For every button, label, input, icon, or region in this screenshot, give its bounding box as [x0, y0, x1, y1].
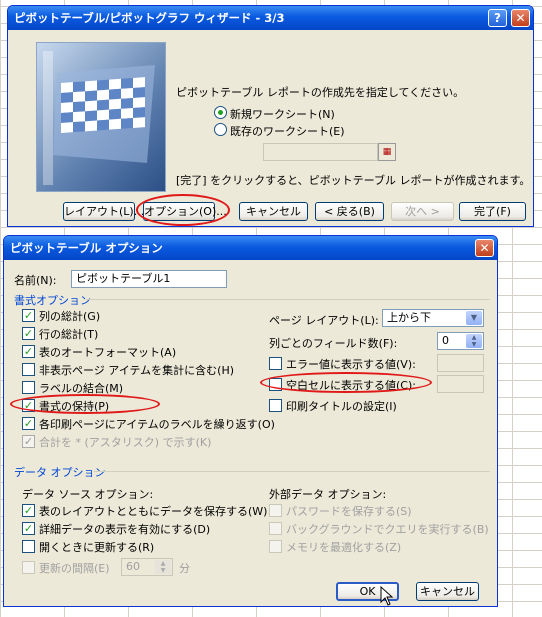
preserve-format-highlight — [10, 394, 160, 414]
options-cancel-button[interactable]: キャンセル — [416, 582, 479, 601]
external-option-checkbox[interactable] — [269, 540, 282, 553]
close-icon[interactable]: ✕ — [511, 9, 530, 27]
format-option-checkbox[interactable] — [22, 363, 35, 376]
fields-per-col-spinner[interactable]: 0 ▲ ▼ — [437, 332, 484, 350]
data-section-rule — [94, 471, 490, 472]
spinner-arrows-icon[interactable]: ▲ ▼ — [155, 560, 171, 574]
wizard-cancel-button[interactable]: キャンセル — [239, 202, 308, 221]
spinner-arrows-icon[interactable]: ▲ ▼ — [466, 334, 482, 348]
data-source-header: データ ソース オプション: — [22, 488, 154, 501]
radio-existing-sheet[interactable] — [214, 123, 227, 136]
range-picker-icon[interactable]: ▦ — [378, 143, 396, 161]
format-option-label[interactable]: 合計を * (アスタリスク) で示す(K) — [39, 434, 211, 450]
error-value-checkbox[interactable] — [269, 357, 282, 370]
next-button[interactable]: 次へ > — [391, 202, 454, 221]
radio-existing-sheet-label[interactable]: 既存のワークシート(E) — [230, 123, 345, 139]
format-option-label[interactable]: 行の総計(T) — [39, 326, 98, 342]
external-option-checkbox[interactable] — [269, 504, 282, 517]
refresh-interval-unit: 分 — [179, 562, 190, 575]
options-button-highlight — [136, 194, 230, 226]
print-titles-label[interactable]: 印刷タイトルの設定(I) — [286, 398, 397, 414]
fields-per-col-value: 0 — [442, 334, 449, 347]
wizard-illustration — [36, 42, 166, 192]
data-source-option-label[interactable]: 開くときに更新する(R) — [39, 539, 154, 555]
format-option-checkbox[interactable] — [22, 381, 35, 394]
help-icon[interactable]: ? — [488, 9, 507, 27]
options-titlebar[interactable]: ピボットテーブル オプション ✕ — [4, 236, 497, 260]
format-option-label[interactable]: 表のオートフォーマット(A) — [39, 344, 176, 360]
existing-sheet-range-input[interactable] — [263, 143, 378, 161]
wizard-finish-note: [完了] をクリックすると、ピボットテーブル レポートが作成されます。 — [176, 174, 531, 187]
chevron-down-icon[interactable]: ▼ — [466, 311, 482, 325]
page-layout-select[interactable]: 上から下 ▼ — [382, 309, 484, 327]
back-button[interactable]: < 戻る(B) — [315, 202, 384, 221]
print-titles-checkbox[interactable] — [269, 399, 282, 412]
format-option-label[interactable]: 各印刷ページにアイテムのラベルを繰り返す(O) — [39, 416, 275, 432]
refresh-interval-checkbox[interactable] — [22, 561, 35, 574]
format-option-checkbox[interactable]: ✓ — [22, 309, 35, 322]
data-source-option-label[interactable]: 表のレイアウトとともにデータを保存する(W) — [39, 503, 267, 519]
name-label: 名前(N): — [14, 274, 57, 287]
format-option-checkbox[interactable]: ✓ — [22, 435, 35, 448]
format-option-checkbox[interactable]: ✓ — [22, 327, 35, 340]
close-icon[interactable]: ✕ — [475, 239, 494, 257]
name-input[interactable]: ピボットテーブル1 — [71, 270, 227, 288]
empty-cell-input[interactable] — [437, 375, 484, 393]
page-layout-value: 上から下 — [387, 311, 431, 324]
format-option-checkbox[interactable]: ✓ — [22, 345, 35, 358]
data-source-option-label[interactable]: 詳細データの表示を有効にする(D) — [39, 521, 210, 537]
radio-new-sheet[interactable] — [214, 106, 227, 119]
refresh-interval-value: 60 — [126, 560, 140, 573]
wizard-titlebar[interactable]: ピボットテーブル/ピボットグラフ ウィザード - 3/3 ? ✕ — [8, 6, 533, 30]
fields-per-col-label: 列ごとのフィールド数(F): — [269, 337, 398, 350]
format-section-rule — [86, 299, 490, 300]
external-option-label[interactable]: パスワードを保存する(S) — [286, 503, 412, 519]
refresh-interval-label[interactable]: 更新の間隔(E) — [39, 560, 110, 576]
wizard-prompt: ピボットテーブル レポートの作成先を指定してください。 — [176, 86, 465, 99]
options-title: ピボットテーブル オプション — [10, 241, 163, 255]
data-source-option-checkbox[interactable]: ✓ — [22, 504, 35, 517]
error-value-label[interactable]: エラー値に表示する値(V): — [286, 356, 416, 372]
error-value-input[interactable] — [437, 354, 484, 372]
format-option-label[interactable]: 列の総計(G) — [39, 308, 100, 324]
mouse-pointer-icon — [380, 586, 394, 606]
format-option-checkbox[interactable]: ✓ — [22, 417, 35, 430]
pivot-illustration-icon — [43, 51, 155, 185]
empty-cell-highlight — [260, 372, 432, 393]
external-option-label[interactable]: バックグラウンドでクエリを実行する(B) — [286, 521, 489, 537]
data-source-option-checkbox[interactable]: ✓ — [22, 522, 35, 535]
finish-button[interactable]: 完了(F) — [459, 202, 526, 221]
wizard-title: ピボットテーブル/ピボットグラフ ウィザード - 3/3 — [14, 11, 285, 25]
external-option-checkbox[interactable] — [269, 522, 282, 535]
data-section-title: データ オプション — [14, 466, 106, 479]
external-header: 外部データ オプション: — [269, 488, 387, 501]
radio-new-sheet-label[interactable]: 新規ワークシート(N) — [230, 106, 335, 122]
format-option-label[interactable]: 非表示ページ アイテムを集計に含む(H) — [39, 362, 234, 378]
pivot-options-dialog: ピボットテーブル オプション ✕ 名前(N): ピボットテーブル1 書式オプショ… — [3, 235, 498, 607]
external-option-label[interactable]: メモリを最適化する(Z) — [286, 539, 401, 555]
refresh-interval-spinner[interactable]: 60 ▲ ▼ — [121, 558, 173, 576]
layout-button[interactable]: レイアウト(L)... — [63, 202, 144, 221]
data-source-option-checkbox[interactable] — [22, 540, 35, 553]
pivot-wizard-window: ピボットテーブル/ピボットグラフ ウィザード - 3/3 ? ✕ ピボットテーブ… — [7, 5, 534, 227]
page-layout-label: ページ レイアウト(L): — [269, 314, 379, 327]
format-section-title: 書式オプション — [14, 294, 91, 307]
